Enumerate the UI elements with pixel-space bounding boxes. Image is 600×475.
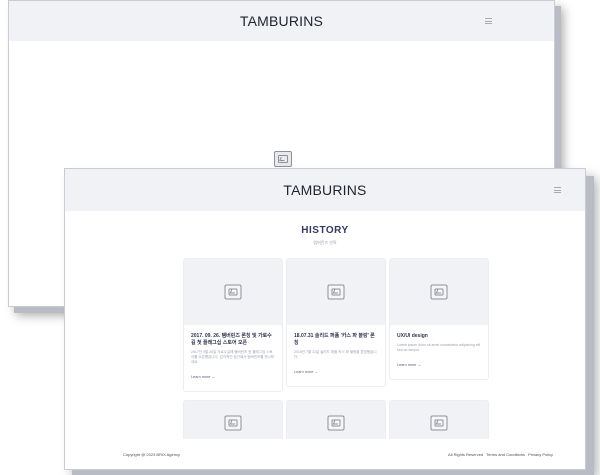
- top-navbar: TAMBURINS: [65, 169, 585, 211]
- hamburger-menu-icon[interactable]: [554, 187, 561, 193]
- learn-more-link[interactable]: Learn more →: [191, 375, 215, 379]
- history-section-header: HISTORY 탬버린즈 연혁: [65, 225, 585, 246]
- card-text: 2017년 9월 26일 가로수길에 탬버린즈 첫 플래그십 스토어를 오픈했습…: [191, 349, 275, 364]
- card-text: 2018년 7월 31일 솔리드 퍼퓸 카스 파 블랑을 론칭했습니다.: [294, 349, 377, 359]
- card-title: UX/UI design: [397, 333, 428, 339]
- image-icon: [274, 151, 292, 167]
- card-text: Lorem ipsum dolor sit amet consectetur a…: [397, 342, 481, 352]
- footer-links: All Rights Reserved Terms and Conditions…: [446, 452, 553, 457]
- image-icon: [430, 284, 448, 300]
- card-title: 18.07.31 솔리드 퍼퓸 '카스 파 블랑' 론칭: [294, 333, 375, 346]
- learn-more-link[interactable]: Learn more →: [397, 363, 421, 367]
- card-image: [184, 259, 282, 325]
- page-subtitle: 탬버린즈 연혁: [313, 240, 337, 245]
- all-rights-text: All Rights Reserved: [448, 451, 484, 457]
- brand-logo[interactable]: TAMBURINS: [240, 13, 323, 29]
- privacy-link[interactable]: Privacy Policy: [528, 452, 553, 457]
- image-icon: [327, 415, 345, 431]
- foreground-window: TAMBURINS HISTORY 탬버린즈 연혁 2017. 09. 26. …: [64, 168, 586, 470]
- footer: Copyright @ 2023 BRIX Agency All Rights …: [65, 439, 585, 469]
- image-icon: [327, 284, 345, 300]
- image-icon: [430, 415, 448, 431]
- card-image: [390, 259, 488, 325]
- history-card[interactable]: UX/UI design Lorem ipsum dolor sit amet …: [390, 259, 488, 379]
- history-card[interactable]: 18.07.31 솔리드 퍼퓸 '카스 파 블랑' 론칭 2018년 7월 31…: [287, 259, 385, 386]
- top-navbar: TAMBURINS: [9, 1, 554, 41]
- page-title: HISTORY: [301, 225, 349, 236]
- brand-logo[interactable]: TAMBURINS: [283, 182, 366, 198]
- card-image: [287, 259, 385, 325]
- history-card[interactable]: 2017. 09. 26. 탬버린즈 론칭 및 가로수길 첫 플래그십 스토어 …: [184, 259, 282, 391]
- hamburger-menu-icon[interactable]: [485, 18, 492, 24]
- copyright-text: Copyright @ 2023 BRIX Agency: [123, 451, 180, 457]
- learn-more-link[interactable]: Learn more →: [294, 370, 318, 374]
- card-title: 2017. 09. 26. 탬버린즈 론칭 및 가로수길 첫 플래그십 스토어 …: [191, 333, 272, 346]
- history-cards-grid: 2017. 09. 26. 탬버린즈 론칭 및 가로수길 첫 플래그십 스토어 …: [184, 259, 504, 467]
- image-icon: [224, 415, 242, 431]
- terms-link[interactable]: Terms and Conditions: [486, 452, 525, 457]
- image-icon: [224, 284, 242, 300]
